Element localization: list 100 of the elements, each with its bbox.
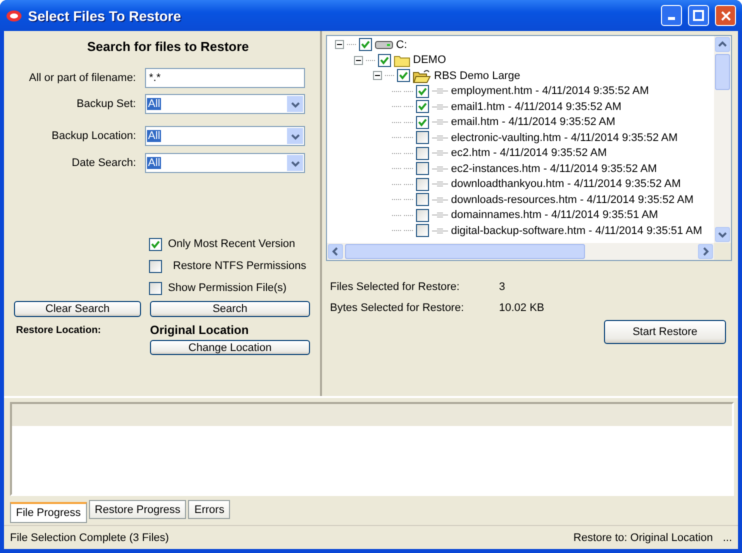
check-icon (399, 71, 408, 80)
caret-icon (290, 100, 300, 108)
tree-item-label[interactable]: employment.htm - 4/11/2014 9:35:52 AM (451, 85, 649, 98)
file-icon (432, 166, 448, 172)
tree-checkbox[interactable] (416, 146, 429, 160)
drive-icon (375, 40, 393, 50)
horizontal-scrollbar[interactable] (327, 243, 714, 260)
tree-checkbox[interactable] (416, 131, 429, 144)
dropdown-field[interactable]: All (145, 126, 305, 146)
tree-checkbox[interactable] (416, 84, 429, 98)
file-icon (432, 212, 448, 218)
tree-checkbox[interactable] (416, 116, 429, 129)
maximize-button[interactable] (688, 5, 709, 26)
tree-checkbox[interactable] (378, 54, 391, 67)
scroll-right-button[interactable] (698, 244, 713, 259)
tree-checkbox[interactable] (397, 69, 410, 82)
option-checkbox[interactable] (149, 260, 162, 272)
dropdown-field[interactable]: All (145, 94, 305, 114)
tree-item-label[interactable]: downloadthankyou.htm - 4/11/2014 9:35:52 AM (451, 178, 681, 190)
close-icon (720, 10, 730, 20)
tree-item-label[interactable]: RBS Demo Large (434, 70, 520, 82)
tab[interactable]: File Progress (10, 502, 87, 523)
field-label: Backup Location: (50, 130, 137, 142)
file-icon (432, 228, 448, 234)
search-button[interactable]: Search (150, 301, 310, 317)
scroll-thumb[interactable] (345, 244, 585, 259)
scrollbar-corner (714, 243, 731, 260)
tree-checkbox[interactable] (416, 162, 429, 176)
tree-item-label[interactable]: digital-backup-software.htm - 4/11/2014 9:35:51 AM (451, 224, 702, 237)
tree-checkbox[interactable] (416, 208, 429, 222)
file-icon (432, 150, 448, 156)
caret-icon (290, 132, 300, 140)
file-icon (432, 181, 448, 188)
summary-label: Bytes Selected for Restore: (330, 302, 465, 314)
search-heading: Search for files to Restore (86, 39, 250, 54)
summary-label: Files Selected for Restore: (330, 281, 461, 293)
tree-item-label[interactable]: electronic-vaulting.htm - 4/11/2014 9:35:52 AM (451, 132, 678, 144)
tree-item-label[interactable]: email.htm - 4/11/2014 9:35:52 AM (451, 116, 616, 128)
clear-search-button[interactable]: Clear Search (14, 301, 141, 317)
status-text: ... (722, 532, 732, 544)
field-label: Date Search: (70, 157, 137, 169)
tree-checkbox[interactable] (416, 100, 429, 114)
caret-icon (290, 158, 300, 168)
field-label: All or part of filename: (28, 72, 137, 84)
collapse-icon[interactable] (373, 71, 382, 80)
open-folder-icon (413, 68, 431, 83)
option-label: Only Most Recent Version (168, 238, 296, 250)
status-text: File Selection Complete (3 Files) (10, 532, 169, 544)
option-checkbox[interactable] (149, 282, 162, 294)
file-icon (432, 104, 448, 110)
collapse-icon[interactable] (335, 40, 344, 50)
tree-item-label[interactable]: domainnames.htm - 4/11/2014 9:35:51 AM (451, 209, 658, 222)
file-icon (432, 88, 448, 94)
change-location-button[interactable]: Change Location (150, 340, 310, 355)
window-title: Select Files To Restore (28, 8, 182, 24)
caret-icon (331, 247, 340, 256)
folder-icon (394, 54, 410, 67)
option-label: Show Permission File(s) (168, 282, 287, 294)
vertical-scrollbar[interactable] (714, 36, 731, 243)
summary-value: 10.02 KB (499, 302, 544, 314)
collapse-icon[interactable] (354, 56, 363, 65)
tree-item-label[interactable]: downloads-resources.htm - 4/11/2014 9:35:52 AM (451, 194, 694, 206)
tree-checkbox[interactable] (359, 38, 372, 52)
tree-item-label[interactable]: ec2.htm - 4/11/2014 9:35:52 AM (451, 147, 607, 160)
file-icon (432, 196, 448, 203)
option-checkbox[interactable] (149, 238, 162, 250)
tab[interactable]: Restore Progress (88, 500, 186, 519)
check-icon (380, 56, 389, 65)
scroll-thumb[interactable] (715, 54, 730, 90)
tree-item-label[interactable]: ec2-instances.htm - 4/11/2014 9:35:52 AM (451, 162, 657, 175)
option-label: Restore NTFS Permissions (172, 260, 306, 272)
tab[interactable]: Errors (188, 500, 230, 519)
dropdown-button[interactable] (287, 155, 303, 171)
tree-checkbox[interactable] (416, 178, 429, 191)
restore-location-value: Original Location (150, 323, 249, 337)
scroll-left-button[interactable] (328, 244, 343, 259)
minimize-button[interactable] (661, 5, 682, 26)
check-icon (361, 40, 370, 50)
dropdown-field[interactable]: All (145, 153, 305, 173)
tree-checkbox[interactable] (416, 224, 429, 238)
app-logo-icon (6, 10, 22, 22)
file-icon (432, 119, 448, 126)
maximize-icon (693, 10, 704, 21)
tree-item-label[interactable]: C: (396, 38, 407, 51)
scroll-down-button[interactable] (715, 227, 730, 242)
field-label: Backup Set: (76, 98, 137, 110)
check-icon (151, 240, 160, 248)
dropdown-button[interactable] (287, 96, 303, 112)
restore-location-label: Restore Location: (15, 324, 102, 336)
file-icon (432, 134, 448, 141)
start-restore-button[interactable]: Start Restore (604, 320, 726, 344)
dropdown-button[interactable] (287, 128, 303, 144)
close-button[interactable] (715, 5, 736, 26)
scroll-up-button[interactable] (715, 37, 730, 52)
summary-value: 3 (499, 281, 506, 293)
status-text: Restore to: Original Location (573, 532, 713, 544)
filename-field[interactable]: *.* (145, 68, 305, 88)
tree-checkbox[interactable] (416, 193, 429, 206)
tree-item-label[interactable]: DEMO (413, 54, 446, 66)
tree-item-label[interactable]: email1.htm - 4/11/2014 9:35:52 AM (451, 100, 622, 113)
